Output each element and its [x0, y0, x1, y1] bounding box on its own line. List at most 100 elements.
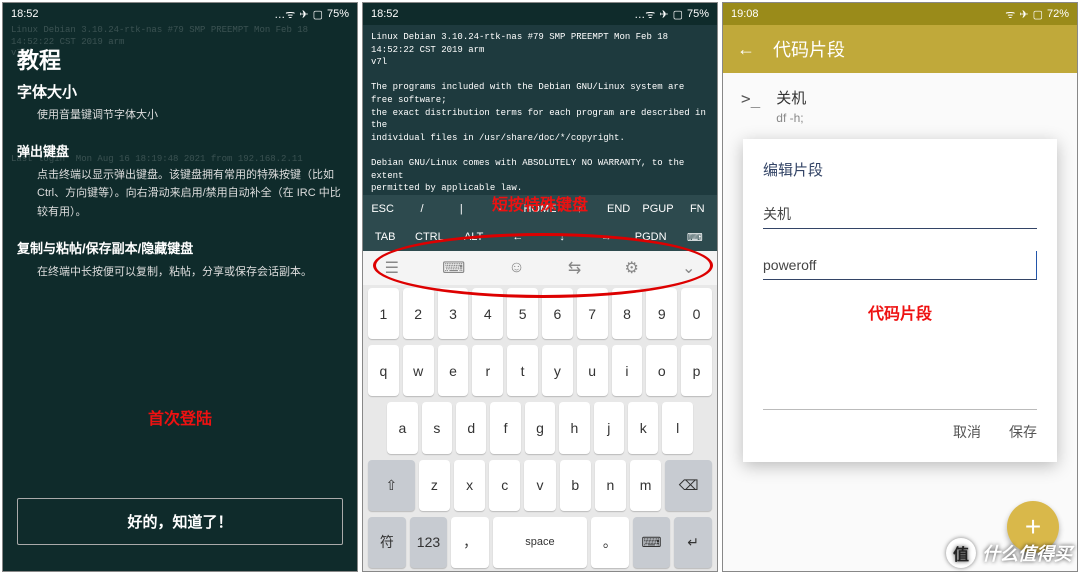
key-tab[interactable]: TAB — [363, 231, 407, 243]
status-bar: 18:52 …ᯤ ✈ ▢ 75% — [3, 3, 357, 25]
key-j[interactable]: j — [594, 402, 624, 453]
key-4[interactable]: 4 — [472, 288, 503, 339]
key-p[interactable]: p — [681, 345, 712, 396]
key-end[interactable]: END — [599, 203, 638, 215]
key-pgup[interactable]: PGUP — [638, 203, 677, 215]
key-period[interactable]: 。 — [591, 517, 629, 568]
ok-button[interactable]: 好的，知道了！ — [17, 498, 343, 545]
terminal-output[interactable]: Linux Debian 3.10.24-rtk-nas #79 SMP PRE… — [363, 25, 717, 195]
status-bar: 19:08 ᯤ ✈ ▢ 72% — [723, 3, 1077, 25]
key-b[interactable]: b — [560, 460, 591, 511]
key-w[interactable]: w — [403, 345, 434, 396]
key-o[interactable]: o — [646, 345, 677, 396]
key-esc[interactable]: ESC — [363, 203, 402, 215]
special-key-row-2: TAB CTRL ALT ← ↓ → PGDN ⌨ — [363, 223, 717, 251]
ime-menu-icon[interactable]: ☰ — [385, 258, 399, 278]
dialog-divider — [763, 384, 1037, 410]
key-enter[interactable]: ↵ — [674, 517, 712, 568]
status-bar: 18:52 …ᯤ ✈ ▢ 75% — [363, 3, 717, 25]
key-5[interactable]: 5 — [507, 288, 538, 339]
ime-collapse-icon[interactable]: ⌄ — [682, 258, 695, 278]
key-d[interactable]: d — [456, 402, 486, 453]
status-icons: ᯤ ✈ ▢ 72% — [1005, 7, 1069, 22]
key-x[interactable]: x — [454, 460, 485, 511]
key-right[interactable]: → — [584, 231, 628, 243]
wifi-icon: …ᯤ — [274, 7, 295, 22]
key-2[interactable]: 2 — [403, 288, 434, 339]
key-z[interactable]: z — [419, 460, 450, 511]
ime-settings-icon[interactable]: ⚙ — [624, 258, 638, 278]
key-backspace[interactable]: ⌫ — [665, 460, 712, 511]
key-9[interactable]: 9 — [646, 288, 677, 339]
ime-keyboard-icon[interactable]: ⌨ — [442, 258, 465, 278]
prompt-icon: >_ — [741, 89, 760, 108]
key-g[interactable]: g — [525, 402, 555, 453]
key-8[interactable]: 8 — [612, 288, 643, 339]
key-pgdn[interactable]: PGDN — [629, 231, 673, 243]
key-0[interactable]: 0 — [681, 288, 712, 339]
status-time: 19:08 — [731, 8, 759, 20]
key-u[interactable]: u — [577, 345, 608, 396]
key-left[interactable]: ← — [496, 231, 540, 243]
key-3[interactable]: 3 — [438, 288, 469, 339]
kb-row-asdf: a s d f g h j k l — [363, 399, 717, 456]
section-font-size: 字体大小 — [17, 81, 343, 102]
key-fn[interactable]: FN — [678, 203, 717, 215]
battery-pct: 75% — [327, 8, 349, 20]
key-down[interactable]: ↓ — [540, 231, 584, 243]
key-space[interactable]: space — [493, 517, 587, 568]
key-1[interactable]: 1 — [368, 288, 399, 339]
battery-icon: ▢ — [673, 8, 683, 21]
kb-row-bottom: 符 123 ， space 。 ⌨ ↵ — [363, 514, 717, 571]
key-slash[interactable]: / — [402, 203, 441, 215]
snippet-name-input[interactable] — [763, 200, 1037, 229]
soft-keyboard: 1 2 3 4 5 6 7 8 9 0 q w e r t y — [363, 285, 717, 571]
tutorial-overlay: 教程 字体大小 使用音量键调节字体大小 弹出键盘 点击终端以显示弹出键盘。该键盘… — [17, 35, 343, 281]
key-m[interactable]: m — [630, 460, 661, 511]
key-pipe[interactable]: | — [442, 203, 481, 215]
key-n[interactable]: n — [595, 460, 626, 511]
annotation-snippet: 代码片段 — [763, 300, 1037, 324]
snippet-command-input[interactable] — [763, 251, 1037, 280]
annotation-special-keys: 短按特殊键盘 — [492, 191, 588, 215]
ime-toolbar: ☰ ⌨ ☺ ⇆ ⚙ ⌄ — [363, 251, 717, 285]
back-arrow-icon[interactable]: ← — [737, 39, 755, 60]
watermark: 值 什么值得买 — [946, 538, 1072, 568]
screenshot-3-snippet: 19:08 ᯤ ✈ ▢ 72% ← 代码片段 >_ 关机 df -h; 编辑片 — [722, 2, 1078, 572]
key-6[interactable]: 6 — [542, 288, 573, 339]
key-ctrl[interactable]: CTRL — [407, 231, 451, 243]
key-r[interactable]: r — [472, 345, 503, 396]
key-shift[interactable]: ⇧ — [368, 460, 415, 511]
ime-emoji-icon[interactable]: ☺ — [508, 259, 524, 277]
key-a[interactable]: a — [387, 402, 417, 453]
key-y[interactable]: y — [542, 345, 573, 396]
ime-switch-icon[interactable]: ⇆ — [568, 258, 581, 278]
key-keyboard-icon[interactable]: ⌨ — [673, 231, 717, 244]
snippet-list-item[interactable]: >_ 关机 df -h; — [723, 73, 1077, 139]
key-s[interactable]: s — [422, 402, 452, 453]
key-h[interactable]: h — [559, 402, 589, 453]
key-comma[interactable]: ， — [451, 517, 489, 568]
key-c[interactable]: c — [489, 460, 520, 511]
key-l[interactable]: l — [662, 402, 692, 453]
screenshot-1-tutorial: 18:52 …ᯤ ✈ ▢ 75% Linux Debian 3.10.24-rt… — [2, 2, 358, 572]
key-t[interactable]: t — [507, 345, 538, 396]
key-7[interactable]: 7 — [577, 288, 608, 339]
key-q[interactable]: q — [368, 345, 399, 396]
key-e[interactable]: e — [438, 345, 469, 396]
snippet-preview: df -h; — [776, 111, 806, 125]
airplane-icon: ✈ — [299, 8, 308, 21]
key-symbol[interactable]: 符 — [368, 517, 406, 568]
key-v[interactable]: v — [524, 460, 555, 511]
key-switch-icon[interactable]: ⌨ — [633, 517, 671, 568]
key-k[interactable]: k — [628, 402, 658, 453]
key-i[interactable]: i — [612, 345, 643, 396]
key-f[interactable]: f — [490, 402, 520, 453]
key-alt[interactable]: ALT — [452, 231, 496, 243]
cancel-button[interactable]: 取消 — [953, 422, 981, 442]
key-123[interactable]: 123 — [410, 517, 448, 568]
status-icons: …ᯤ ✈ ▢ 75% — [274, 7, 349, 22]
snippet-title: 关机 — [776, 87, 806, 108]
airplane-icon: ✈ — [1019, 8, 1028, 21]
save-button[interactable]: 保存 — [1009, 422, 1037, 442]
